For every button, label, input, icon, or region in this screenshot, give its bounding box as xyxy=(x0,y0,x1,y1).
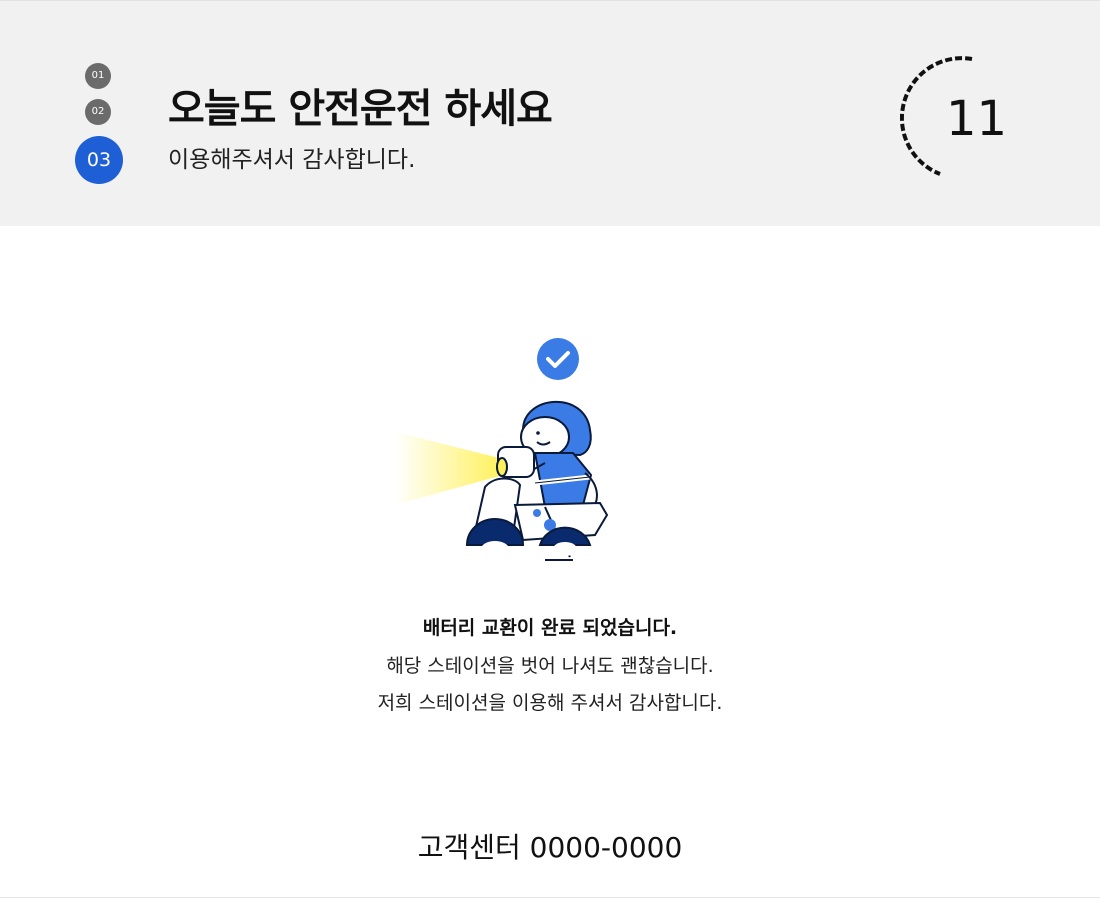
customer-center-number: 고객센터 0000-0000 xyxy=(417,831,683,864)
page-title: 오늘도 안전운전 하세요 xyxy=(168,86,553,132)
step-1: 01 xyxy=(85,63,111,89)
scooter-rider-icon xyxy=(395,338,609,561)
footer-divider xyxy=(0,897,1100,898)
completion-message-line2: 저희 스테이션을 이용해 주셔서 감사합니다. xyxy=(377,692,723,714)
countdown-number: 11 xyxy=(946,91,1008,147)
completion-message-title: 배터리 교환이 완료 되었습니다. xyxy=(422,617,678,639)
header-panel: 01 02 03 오늘도 안전운전 하세요 이용해주셔서 감사합니다. 11 xyxy=(0,0,1100,226)
check-circle-icon xyxy=(537,338,579,380)
page-subtitle: 이용해주셔서 감사합니다. xyxy=(168,147,416,173)
step-2: 02 xyxy=(85,99,111,125)
completion-message-line1: 해당 스테이션을 벗어 나셔도 괜찮습니다. xyxy=(386,655,714,677)
step-3-active: 03 xyxy=(75,136,123,184)
